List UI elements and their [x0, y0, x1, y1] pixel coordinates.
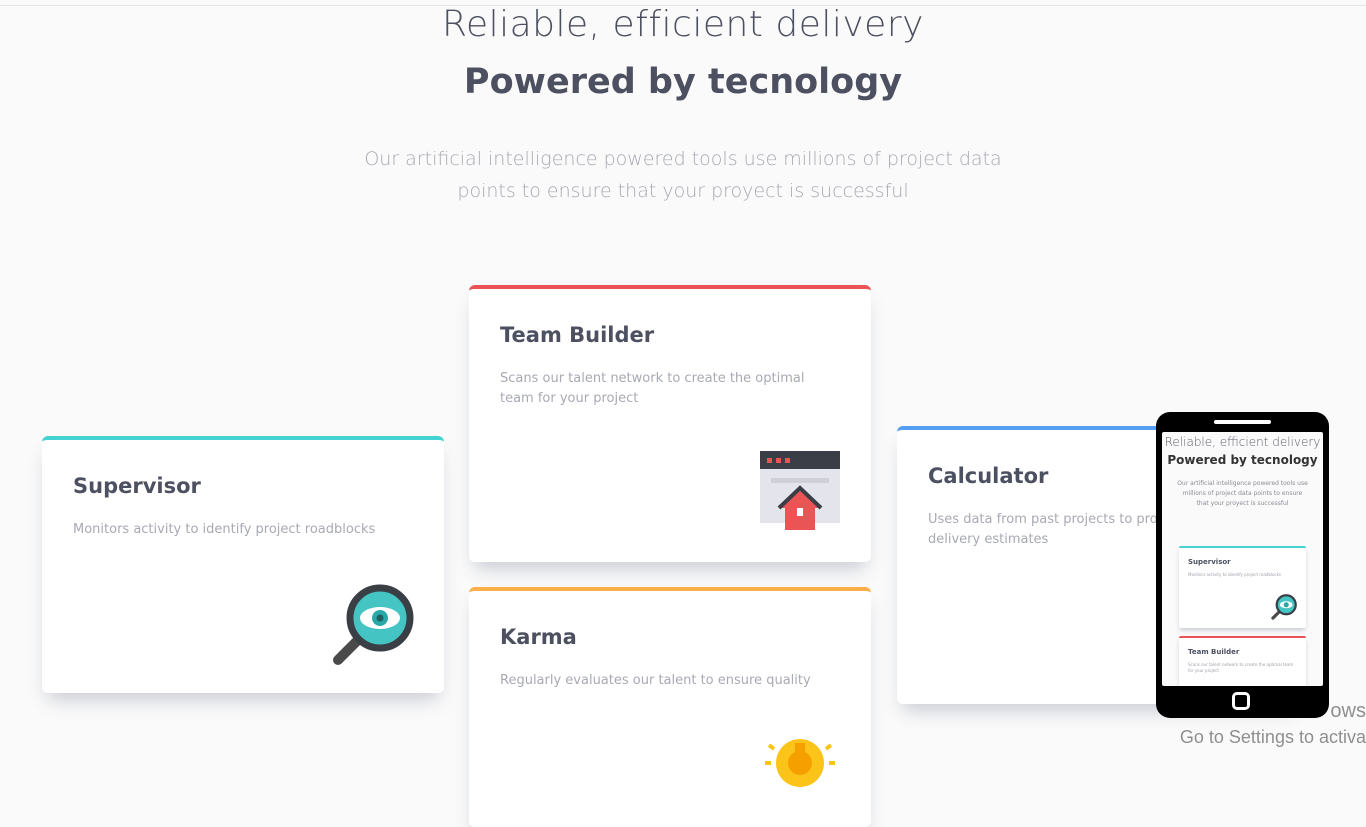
mobile-description: Our artificial intelligence powered tool…	[1177, 480, 1308, 507]
hero-heading-light: Reliable, efficient delivery	[442, 4, 924, 45]
mobile-card-team-builder: Team Builder Scans our talent network to…	[1179, 636, 1306, 686]
card-team-builder[interactable]: Team Builder Scans our talent network to…	[469, 285, 871, 562]
hero-heading-bold: Powered by tecnology	[463, 62, 903, 102]
mobile-card-title: Team Builder	[1188, 648, 1240, 656]
hero-description-line: points to ensure that your proyect is su…	[457, 180, 909, 202]
phone-mockup: Reliable, efficient delivery Powered by …	[1156, 412, 1329, 718]
card-description: Regularly evaluates our talent to ensure…	[500, 673, 811, 688]
magnifier-eye-icon	[1271, 594, 1297, 620]
phone-screen: Reliable, efficient delivery Powered by …	[1162, 432, 1323, 686]
card-description: Monitors activity to identify project ro…	[73, 522, 376, 537]
card-title: Supervisor	[73, 474, 201, 498]
phone-home-button	[1232, 692, 1250, 710]
mobile-card-description: Scans our talent network to create the o…	[1188, 662, 1294, 673]
mobile-heading-bold: Powered by tecnology	[1167, 453, 1318, 467]
hero-description-line: Our artificial intelligence powered tool…	[364, 148, 1002, 170]
lightbulb-icon	[765, 739, 835, 787]
card-supervisor[interactable]: Supervisor Monitors activity to identify…	[42, 436, 444, 693]
activation-watermark-line: ows	[1330, 700, 1366, 722]
card-karma[interactable]: Karma Regularly evaluates our talent to …	[469, 587, 871, 827]
house-window-icon	[760, 451, 840, 530]
card-description: Uses data from past projects to pro deli…	[928, 512, 1158, 547]
hero-description: Our artificial intelligence powered tool…	[0, 143, 1366, 207]
activation-watermark-line: Go to Settings to activa	[1179, 727, 1366, 747]
mobile-card-supervisor: Supervisor Monitors activity to identify…	[1179, 546, 1306, 628]
mobile-card-title: Supervisor	[1188, 558, 1231, 566]
mobile-card-description: Monitors activity to identify project ro…	[1188, 572, 1282, 577]
card-description: Scans our talent network to create the o…	[500, 371, 805, 406]
phone-speaker	[1214, 420, 1271, 424]
magnifier-eye-icon	[333, 584, 414, 665]
mobile-heading-light: Reliable, efficient delivery	[1164, 435, 1321, 449]
card-title: Team Builder	[500, 323, 655, 347]
card-title: Karma	[500, 625, 577, 649]
